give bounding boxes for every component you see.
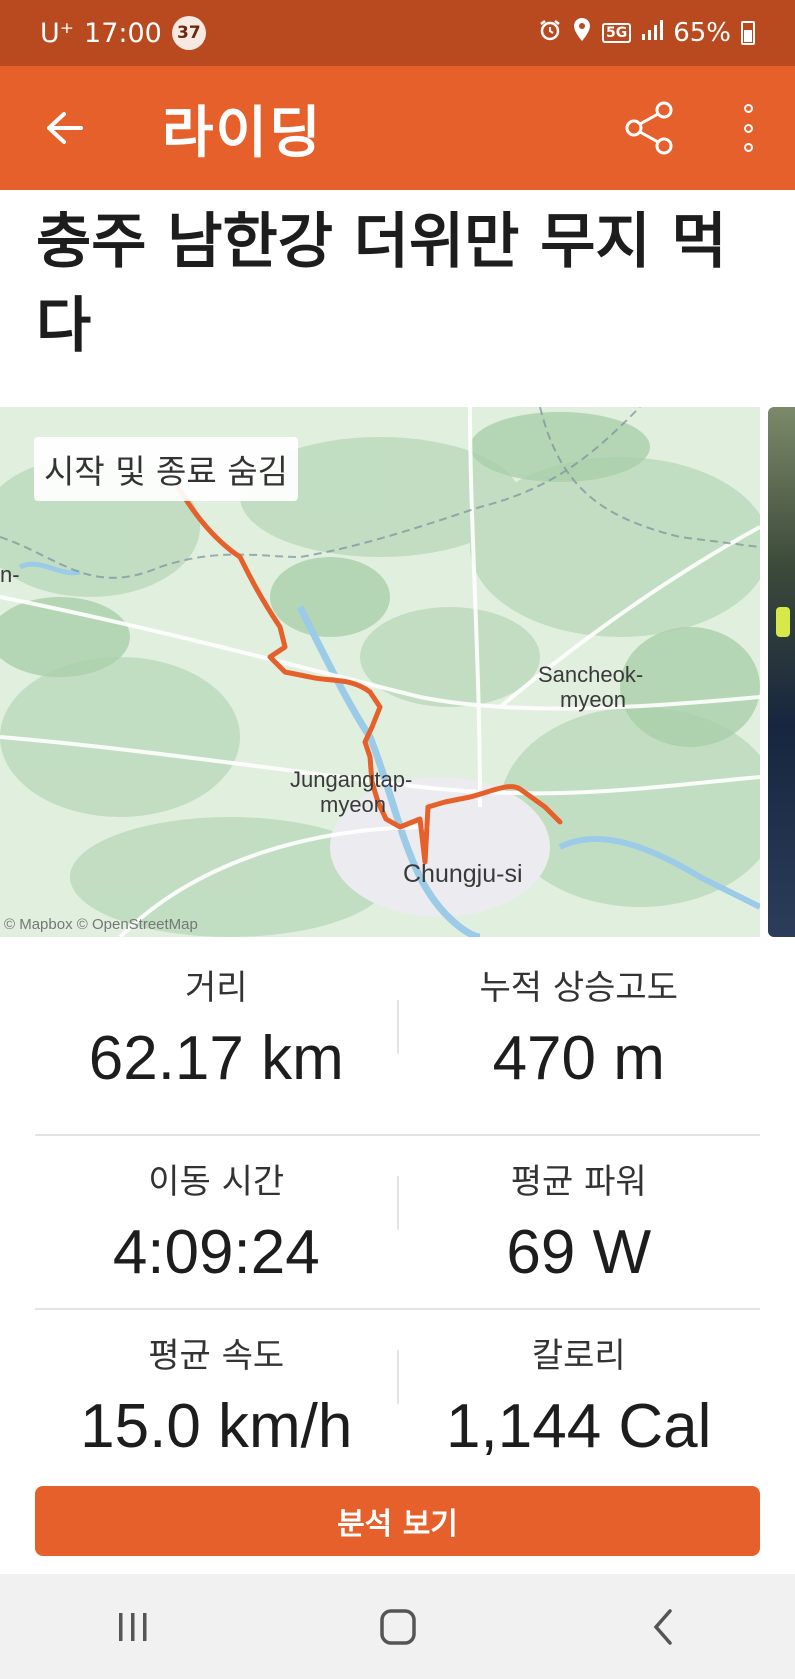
photo-thumbnail[interactable] [768, 407, 795, 937]
stats-row: 평균 속도 15.0 km/h 칼로리 1,144 Cal [35, 1308, 760, 1482]
map-label-sancheok: Sancheok- [538, 662, 643, 687]
battery-percent: 65% [673, 18, 731, 48]
status-bar: U⁺ 17:00 37 5G 65% [0, 0, 795, 66]
system-back-button[interactable] [623, 1597, 703, 1657]
map-label-sancheok-2: myeon [560, 687, 626, 712]
map-attribution: © Mapbox © OpenStreetMap [4, 916, 198, 933]
home-button[interactable] [358, 1597, 438, 1657]
page-title: 라이딩 [162, 101, 323, 166]
map-label-west: n- [0, 562, 20, 587]
stats-grid: 거리 62.17 km 누적 상승고도 470 m 이동 시간 4:09:24 … [35, 960, 760, 1482]
home-icon [379, 1608, 416, 1645]
arrow-left-icon [47, 112, 83, 144]
app-bar: 라이딩 [0, 66, 795, 190]
stat-calories: 칼로리 1,144 Cal [398, 1310, 761, 1482]
dot-icon [743, 123, 753, 133]
map-label-jungang: Jungangtap- [290, 767, 412, 792]
stats-row: 이동 시간 4:09:24 평균 파워 69 W [35, 1134, 760, 1308]
stat-label: 칼로리 [531, 1336, 626, 1376]
system-nav-bar [0, 1574, 795, 1679]
stat-value: 470 m [492, 1024, 665, 1093]
dot-icon [743, 143, 753, 152]
stats-row: 거리 62.17 km 누적 상승고도 470 m [35, 960, 760, 1134]
map-label-jungang-2: myeon [320, 792, 386, 817]
stat-label: 평균 속도 [148, 1336, 285, 1376]
route-map[interactable]: Sancheok- myeon Jungangtap- myeon Chungj… [0, 407, 760, 937]
notification-badge: 37 [171, 16, 206, 50]
hide-start-end-toggle[interactable]: 시작 및 종료 숨김 [34, 437, 298, 501]
battery-icon [741, 21, 755, 45]
view-analysis-button[interactable]: 분석 보기 [35, 1486, 760, 1556]
stat-value: 4:09:24 [112, 1218, 320, 1287]
map-label-chungju: Chungju-si [403, 860, 523, 888]
clock: 17:00 [84, 17, 162, 49]
dot-icon [743, 104, 753, 113]
stat-moving-time: 이동 시간 4:09:24 [35, 1136, 398, 1308]
recent-apps-icon [118, 1612, 146, 1641]
back-button[interactable] [38, 102, 90, 154]
stat-label: 이동 시간 [148, 1162, 285, 1202]
stat-avg-power: 평균 파워 69 W [398, 1136, 761, 1308]
stat-value: 62.17 km [88, 1024, 344, 1093]
share-icon [625, 101, 673, 155]
stat-value: 1,144 Cal [446, 1392, 712, 1461]
activity-title: 충주 남한강 더위만 무지 먹다 [36, 207, 727, 361]
recent-apps-button[interactable] [93, 1597, 173, 1657]
chevron-left-icon [653, 1608, 672, 1645]
stat-avg-speed: 평균 속도 15.0 km/h [35, 1310, 398, 1482]
more-options-button[interactable] [728, 100, 768, 156]
stat-distance: 거리 62.17 km [35, 960, 398, 1134]
signal-icon [641, 18, 664, 48]
stat-value: 15.0 km/h [80, 1392, 353, 1461]
share-button[interactable] [622, 100, 678, 156]
network-icon: 5G [601, 23, 632, 43]
stat-label: 누적 상승고도 [479, 968, 679, 1008]
alarm-icon [538, 18, 562, 49]
stat-elevation-gain: 누적 상승고도 470 m [398, 960, 761, 1134]
stat-label: 거리 [184, 968, 248, 1008]
carrier-label: U⁺ [40, 17, 75, 49]
location-icon [572, 17, 592, 50]
stat-value: 69 W [506, 1218, 652, 1287]
stat-label: 평균 파워 [510, 1162, 647, 1202]
